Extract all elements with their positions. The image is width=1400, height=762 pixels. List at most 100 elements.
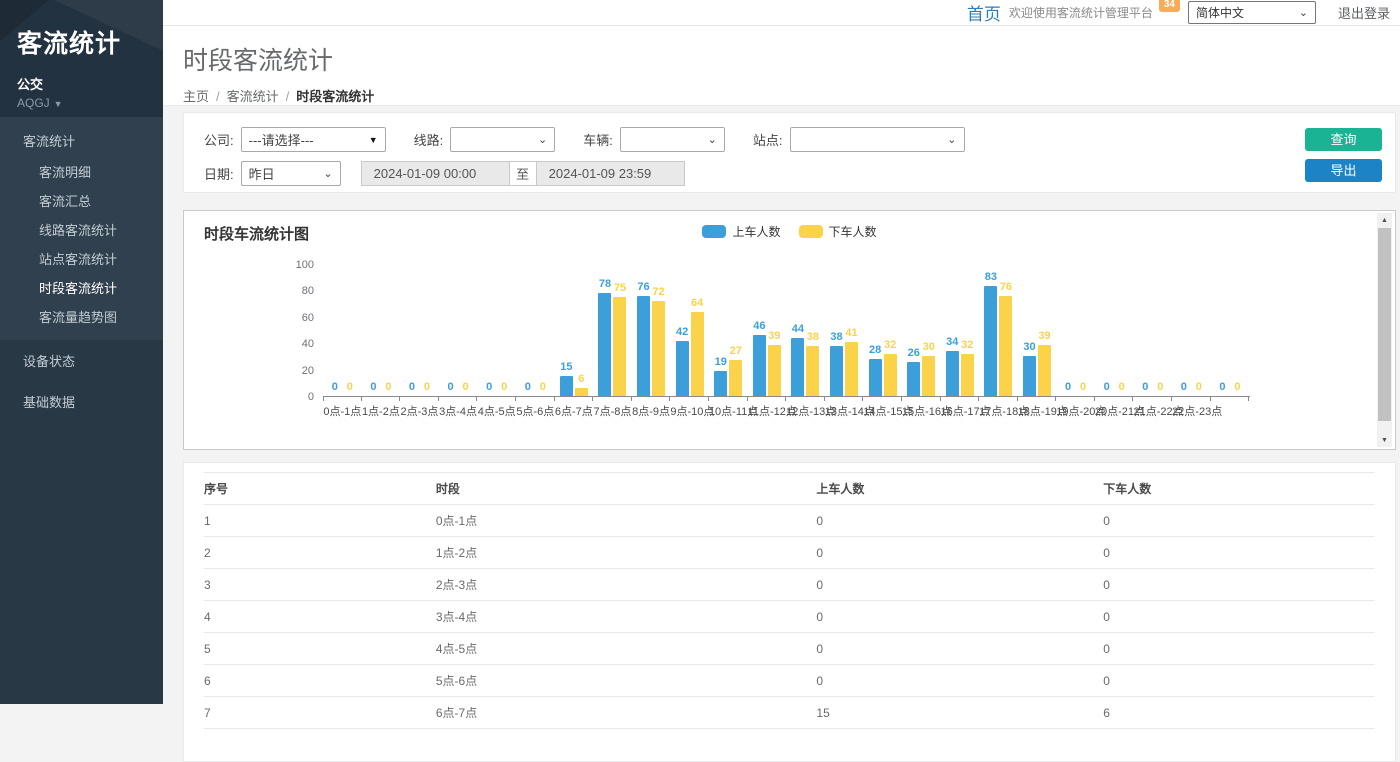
vehicle-select[interactable]: ⌄ <box>620 127 725 152</box>
user-name: AQGJ <box>17 96 50 110</box>
sidebar-item-0[interactable]: 客流统计 <box>0 124 163 157</box>
line-select[interactable]: ⌄ <box>450 127 555 152</box>
company-select[interactable]: ---请选择--- ▼ <box>241 127 386 152</box>
table-cell: 6 <box>1103 697 1375 729</box>
bar-value-label: 39 <box>1038 330 1050 342</box>
x-axis-label: 11点-12点 <box>748 403 787 419</box>
date-preset-value: 昨日 <box>249 164 275 183</box>
date-preset-select[interactable]: 昨日 ⌄ <box>241 161 341 186</box>
bar-group: 00 <box>477 265 516 396</box>
bar-value-label: 26 <box>908 347 920 359</box>
date-from-input[interactable] <box>361 161 509 186</box>
bar-boarding: 44 <box>791 338 804 396</box>
bar-value-label: 0 <box>332 381 338 393</box>
language-select[interactable]: 简体中文 ⌄ <box>1188 1 1316 24</box>
export-button[interactable]: 导出 <box>1305 159 1382 182</box>
breadcrumb-item-0[interactable]: 主页 <box>183 89 209 104</box>
bar-value-label: 28 <box>869 344 881 356</box>
table-cell: 0 <box>816 537 1103 569</box>
bar-boarding: 42 <box>676 341 689 396</box>
x-axis-label: 18点-19点 <box>1018 403 1057 419</box>
page-title: 时段客流统计 <box>183 41 1400 77</box>
data-table-panel: 序号时段上车人数下车人数 10点-1点0021点-2点0032点-3点0043点… <box>183 462 1396 762</box>
chevron-down-icon: ⌄ <box>1299 8 1308 18</box>
bar-value-label: 0 <box>1181 381 1187 393</box>
bar-boarding: 76 <box>637 296 650 396</box>
sidebar-subitem-0-5[interactable]: 客流量趋势图 <box>0 302 163 331</box>
x-axis-label: 13点-14点 <box>825 403 864 419</box>
bar-value-label: 30 <box>923 341 935 353</box>
breadcrumb-item-1[interactable]: 客流统计 <box>227 89 279 104</box>
bar-group: 2832 <box>863 265 902 396</box>
sidebar: 客流统计 公交 AQGJ▼ 客流统计客流明细客流汇总线路客流统计站点客流统计时段… <box>0 0 163 704</box>
x-axis-label: 6点-7点 <box>555 403 594 419</box>
filter-row-2: 日期: 昨日 ⌄ 至 <box>204 161 1395 186</box>
legend-swatch-icon <box>702 225 726 238</box>
table-cell: 0 <box>816 569 1103 601</box>
sidebar-item-2[interactable]: 基础数据 <box>0 381 163 422</box>
sidebar-subitem-0-4[interactable]: 时段客流统计 <box>0 273 163 302</box>
table-cell: 5 <box>204 633 436 665</box>
date-to-input[interactable] <box>537 161 685 186</box>
sidebar-subitem-0-0[interactable]: 客流明细 <box>0 157 163 186</box>
org-name: 公交 <box>17 74 153 93</box>
bar-group: 7672 <box>632 265 671 396</box>
bar-value-label: 0 <box>347 381 353 393</box>
station-select[interactable]: ⌄ <box>790 127 965 152</box>
sidebar-subitem-0-1[interactable]: 客流汇总 <box>0 186 163 215</box>
bar-value-label: 0 <box>525 381 531 393</box>
bar-alighting: 27 <box>729 360 742 396</box>
bar-boarding: 83 <box>984 286 997 396</box>
bar-alighting: 64 <box>691 312 704 396</box>
line-label: 线路: <box>414 130 444 149</box>
table-cell: 0 <box>816 665 1103 697</box>
table-row: 32点-3点00 <box>204 569 1375 601</box>
sidebar-section-1: 设备状态 <box>0 340 163 381</box>
sidebar-subitem-0-3[interactable]: 站点客流统计 <box>0 244 163 273</box>
table-row: 76点-7点156 <box>204 697 1375 729</box>
x-axis-label: 4点-5点 <box>477 403 516 419</box>
bar-value-label: 38 <box>830 331 842 343</box>
vehicle-label: 车辆: <box>583 130 613 149</box>
bar-group: 3432 <box>941 265 980 396</box>
table-row: 54点-5点00 <box>204 633 1375 665</box>
scroll-down-arrow-icon[interactable]: ▼ <box>1377 433 1392 447</box>
bar-value-label: 83 <box>985 271 997 283</box>
language-value: 简体中文 <box>1196 4 1244 21</box>
bar-chart: 020406080100 000000000000156787576724264… <box>278 265 1395 397</box>
legend-item-boarding[interactable]: 上车人数 <box>702 223 780 240</box>
bar-value-label: 0 <box>424 381 430 393</box>
top-navbar: 首页 欢迎使用客流统计管理平台 34 简体中文 ⌄ 退出登录 <box>163 0 1400 26</box>
table-cell: 2点-3点 <box>436 569 817 601</box>
table-cell: 2 <box>204 537 436 569</box>
sidebar-logo-area: 客流统计 公交 AQGJ▼ <box>0 0 163 117</box>
scroll-up-arrow-icon[interactable]: ▲ <box>1377 213 1392 227</box>
chart-scrollbar[interactable]: ▲ ▼ <box>1377 213 1392 447</box>
legend-item-alighting[interactable]: 下车人数 <box>799 223 877 240</box>
x-axis-label: 8点-9点 <box>632 403 671 419</box>
bar-value-label: 0 <box>463 381 469 393</box>
user-menu[interactable]: AQGJ▼ <box>17 96 153 110</box>
legend-swatch-icon <box>799 225 823 238</box>
home-link[interactable]: 首页 <box>967 0 1001 25</box>
query-button[interactable]: 查询 <box>1305 128 1382 151</box>
bar-boarding: 34 <box>946 351 959 396</box>
table-cell: 7 <box>204 697 436 729</box>
logout-link[interactable]: 退出登录 <box>1338 3 1390 22</box>
notification-badge[interactable]: 34 <box>1159 0 1180 12</box>
table-cell: 0点-1点 <box>436 505 817 537</box>
bar-group: 00 <box>323 265 362 396</box>
x-axis-label: 14点-15点 <box>863 403 902 419</box>
filter-panel: 公司: ---请选择--- ▼ 线路: ⌄ 车 <box>183 112 1396 193</box>
bar-group: 00 <box>1095 265 1134 396</box>
scrollbar-thumb[interactable] <box>1378 228 1391 421</box>
y-axis-label: 100 <box>296 259 314 271</box>
bar-value-label: 0 <box>1065 381 1071 393</box>
bar-value-label: 78 <box>599 278 611 290</box>
bar-group: 4639 <box>748 265 787 396</box>
bar-boarding: 30 <box>1023 356 1036 396</box>
sidebar-subitem-0-2[interactable]: 线路客流统计 <box>0 215 163 244</box>
bar-value-label: 41 <box>845 327 857 339</box>
bar-group: 00 <box>439 265 478 396</box>
sidebar-item-1[interactable]: 设备状态 <box>0 340 163 381</box>
